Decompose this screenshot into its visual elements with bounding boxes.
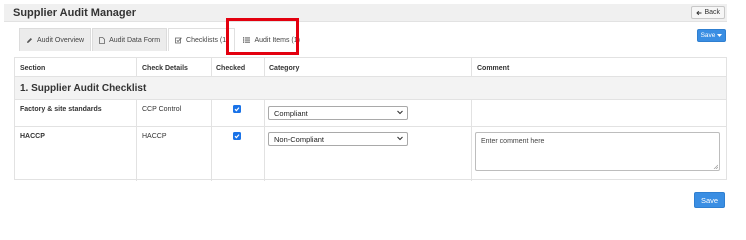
column-header-checked: Checked <box>216 65 246 72</box>
resize-grip-icon[interactable] <box>713 164 718 169</box>
category-select[interactable]: Non-Compliant <box>268 132 408 146</box>
caret-down-icon <box>717 34 723 37</box>
chevron-down-icon <box>397 136 403 141</box>
document-icon <box>99 36 105 44</box>
back-button-label: Back <box>704 9 720 16</box>
tab-label: Audit Data Form <box>109 36 161 44</box>
tab-audit-overview[interactable]: Audit Overview <box>19 28 92 51</box>
column-header-comment: Comment <box>477 65 510 72</box>
comment-textarea[interactable]: Enter comment here <box>475 132 720 171</box>
save-dropdown-button[interactable]: Save <box>697 29 726 42</box>
save-button-label: Save <box>700 195 719 205</box>
title-bar: Supplier Audit Manager Back <box>4 4 727 22</box>
comment-placeholder: Enter comment here <box>481 138 545 145</box>
row-check-details: HACCP <box>142 133 167 140</box>
section-row: 1. Supplier Audit Checklist <box>15 77 726 99</box>
checklist-table: 1. Supplier Audit Checklist Section Chec… <box>14 57 727 181</box>
row-check-details: CCP Control <box>142 106 182 113</box>
checked-checkbox[interactable] <box>233 105 241 113</box>
row-section: HACCP <box>20 133 45 140</box>
checkmark-icon <box>234 107 240 112</box>
category-select-value: Compliant <box>274 108 308 118</box>
app-title: Supplier Audit Manager <box>13 7 137 19</box>
column-header-section: Section <box>20 65 46 72</box>
checkbox-icon <box>175 36 182 43</box>
checked-checkbox[interactable] <box>233 132 241 140</box>
checkmark-icon <box>234 134 240 139</box>
column-header-category: Category <box>269 65 300 72</box>
row-section: Factory & site standards <box>20 106 102 113</box>
tab-audit-data-form[interactable]: Audit Data Form <box>92 28 168 51</box>
back-button[interactable]: Back <box>691 6 725 19</box>
column-header-check-details: Check Details <box>142 65 188 72</box>
section-title: 1. Supplier Audit Checklist <box>20 83 147 94</box>
save-button[interactable]: Save <box>694 192 725 208</box>
category-select-value: Non-Compliant <box>274 134 325 144</box>
tab-label: Checklists (1) <box>186 36 229 44</box>
category-select[interactable]: Compliant <box>268 106 408 120</box>
save-dropdown-label: Save <box>700 32 716 39</box>
pencil-icon <box>27 37 32 43</box>
highlight-box <box>226 18 299 55</box>
arrow-left-icon <box>696 10 702 15</box>
chevron-down-icon <box>397 110 403 115</box>
tab-label: Audit Overview <box>37 36 85 44</box>
